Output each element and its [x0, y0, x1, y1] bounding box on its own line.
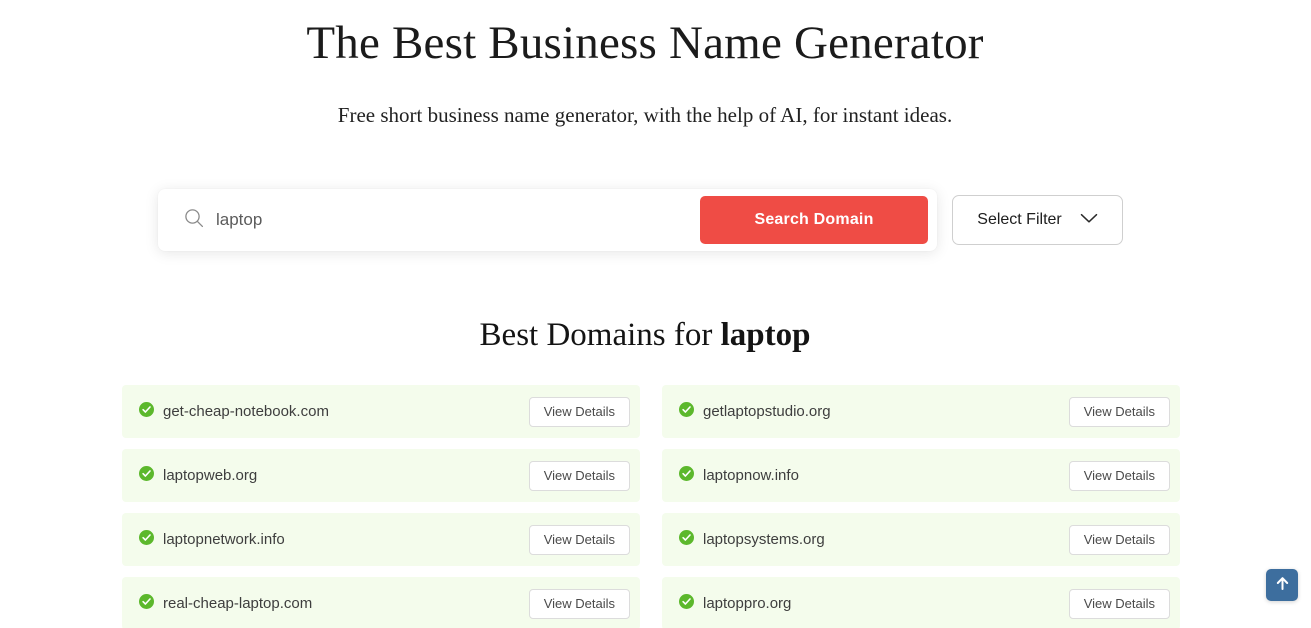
results-heading-prefix: Best Domains for — [479, 317, 721, 353]
page-title: The Best Business Name Generator — [306, 17, 984, 69]
domain-info: real-cheap-laptop.com — [139, 593, 313, 614]
domain-name: laptoppro.org — [703, 595, 792, 612]
select-filter-label: Select Filter — [977, 211, 1062, 228]
check-circle-icon — [139, 529, 154, 550]
view-details-button[interactable]: View Details — [528, 396, 630, 427]
chevron-down-icon — [1080, 211, 1098, 229]
domain-info: laptopsystems.org — [679, 529, 825, 550]
domain-results-grid: get-cheap-notebook.com View Details getlap… — [122, 385, 1180, 628]
search-icon — [183, 207, 205, 234]
domain-info: get-cheap-notebook.com — [139, 401, 329, 422]
check-circle-icon — [679, 465, 694, 486]
check-circle-icon — [679, 529, 694, 550]
select-filter-button[interactable]: Select Filter — [952, 195, 1123, 245]
domain-name: get-cheap-notebook.com — [163, 403, 329, 420]
view-details-button[interactable]: View Details — [528, 460, 630, 491]
arrow-up-icon — [1274, 575, 1291, 595]
domain-info: getlaptopstudio.org — [679, 401, 831, 422]
search-domain-button[interactable]: Search Domain — [700, 196, 928, 244]
domain-name: laptopnetwork.info — [163, 531, 285, 548]
domain-info: laptoppro.org — [679, 593, 792, 614]
domain-name: laptopweb.org — [163, 467, 258, 484]
view-details-button[interactable]: View Details — [528, 588, 630, 619]
domain-row: getlaptopstudio.org View Details — [662, 385, 1180, 438]
domain-row: laptopnetwork.info View Details — [122, 513, 640, 566]
domain-info: laptopnetwork.info — [139, 529, 285, 550]
search-input[interactable] — [216, 210, 700, 230]
view-details-button[interactable]: View Details — [1068, 588, 1170, 619]
domain-info: laptopnow.info — [679, 465, 799, 486]
domain-name: laptopsystems.org — [703, 531, 825, 548]
scroll-to-top-button[interactable] — [1266, 569, 1298, 601]
domain-name: getlaptopstudio.org — [703, 403, 831, 420]
domain-info: laptopweb.org — [139, 465, 258, 486]
domain-row: laptopnow.info View Details — [662, 449, 1180, 502]
domain-row: laptopsystems.org View Details — [662, 513, 1180, 566]
check-circle-icon — [679, 593, 694, 614]
domain-row: laptoppro.org View Details — [662, 577, 1180, 628]
results-heading-keyword: laptop — [720, 317, 811, 353]
check-circle-icon — [139, 401, 154, 422]
view-details-button[interactable]: View Details — [1068, 524, 1170, 555]
domain-name: laptopnow.info — [703, 467, 799, 484]
domain-name: real-cheap-laptop.com — [163, 595, 313, 612]
page-root: The Best Business Name Generator Free sh… — [0, 0, 1311, 628]
results-heading: Best Domains for laptop — [0, 313, 1290, 357]
check-circle-icon — [679, 401, 694, 422]
domain-row: get-cheap-notebook.com View Details — [122, 385, 640, 438]
domain-row: laptopweb.org View Details — [122, 449, 640, 502]
check-circle-icon — [139, 465, 154, 486]
search-bar: Search Domain — [158, 189, 937, 251]
view-details-button[interactable]: View Details — [1068, 460, 1170, 491]
domain-row: real-cheap-laptop.com View Details — [122, 577, 640, 628]
check-circle-icon — [139, 593, 154, 614]
page-subtitle: Free short business name generator, with… — [337, 103, 953, 127]
view-details-button[interactable]: View Details — [1068, 396, 1170, 427]
view-details-button[interactable]: View Details — [528, 524, 630, 555]
search-field[interactable] — [158, 189, 700, 251]
